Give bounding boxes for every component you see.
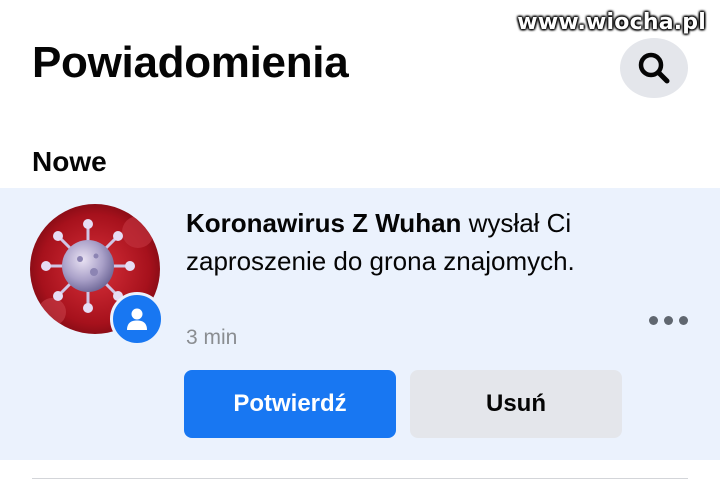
person-icon (127, 308, 147, 330)
search-button[interactable] (620, 38, 688, 98)
confirm-button[interactable]: Potwierdź (184, 370, 396, 438)
more-horizontal-icon (648, 315, 688, 325)
notification-text: Koronawirus Z Wuhan wysłał Ci zaproszeni… (186, 204, 626, 280)
notification-item[interactable]: Koronawirus Z Wuhan wysłał Ci zaproszeni… (0, 188, 720, 460)
timestamp: 3 min (186, 326, 238, 349)
more-options-button[interactable] (640, 308, 696, 332)
watermark: www.wiocha.pl (517, 10, 706, 35)
section-title: Nowe (32, 146, 107, 177)
delete-button[interactable]: Usuń (410, 370, 622, 438)
sender-name[interactable]: Koronawirus Z Wuhan (186, 208, 461, 238)
page-title: Powiadomienia (32, 38, 349, 87)
friend-request-badge (110, 292, 164, 346)
divider (32, 478, 688, 479)
search-icon (638, 52, 670, 84)
